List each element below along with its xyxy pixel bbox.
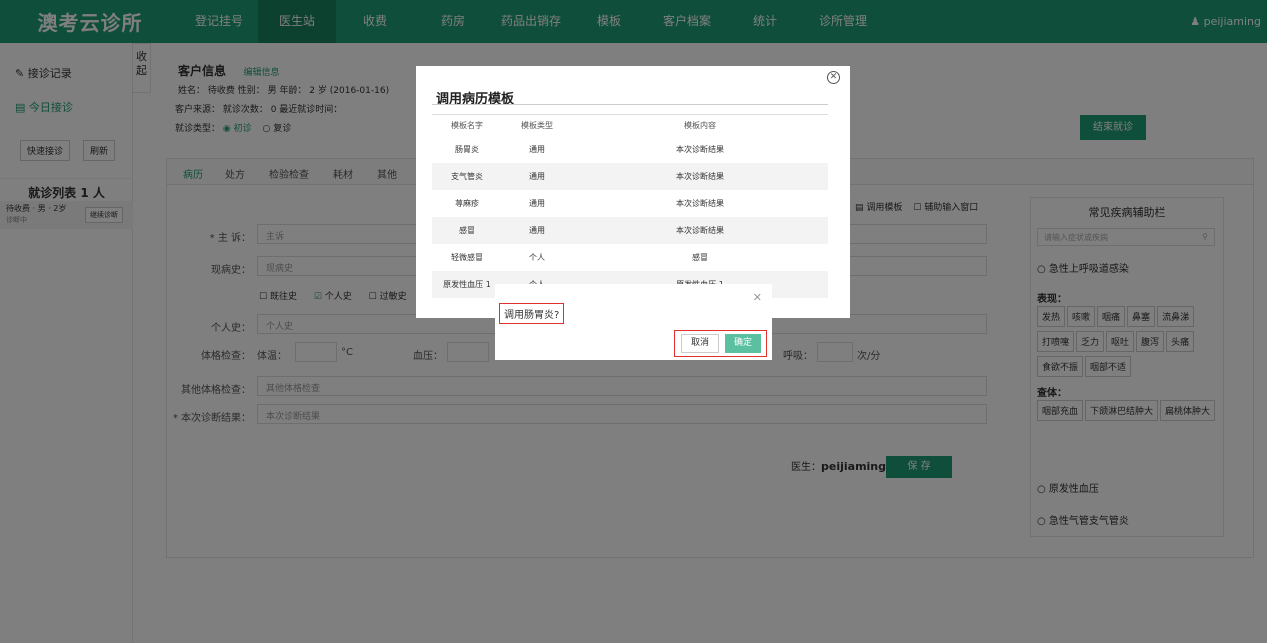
confirm-dialog: ✕ 调用肠胃炎? 取消 确定 [495,284,772,360]
confirm-actions: 取消 确定 [674,330,767,357]
template-modal: 调用病历模板 ✕ 模板名字 模板类型 模板内容 肠胃炎 通用 本次诊断结果 支气管炎… [416,66,850,318]
col-template-content: 模板内容 [572,114,828,136]
modal-divider [432,104,828,105]
cancel-button[interactable]: 取消 [681,334,719,353]
col-template-name: 模板名字 [432,114,502,136]
table-row[interactable]: 荨麻疹 通用 本次诊断结果 [432,190,828,217]
ok-button[interactable]: 确定 [725,334,761,353]
table-row[interactable]: 支气管炎 通用 本次诊断结果 [432,162,828,190]
table-row[interactable]: 感冒 通用 本次诊断结果 [432,216,828,244]
close-icon[interactable]: ✕ [753,291,762,304]
col-template-type: 模板类型 [502,114,572,136]
table-row[interactable]: 轻微感冒 个人 感冒 [432,244,828,271]
table-row[interactable]: 肠胃炎 通用 本次诊断结果 [432,136,828,163]
confirm-message: 调用肠胃炎? [499,303,565,324]
close-icon[interactable]: ✕ [827,71,840,84]
template-table: 模板名字 模板类型 模板内容 肠胃炎 通用 本次诊断结果 支气管炎 通用 本次诊断结果 … [432,114,828,298]
